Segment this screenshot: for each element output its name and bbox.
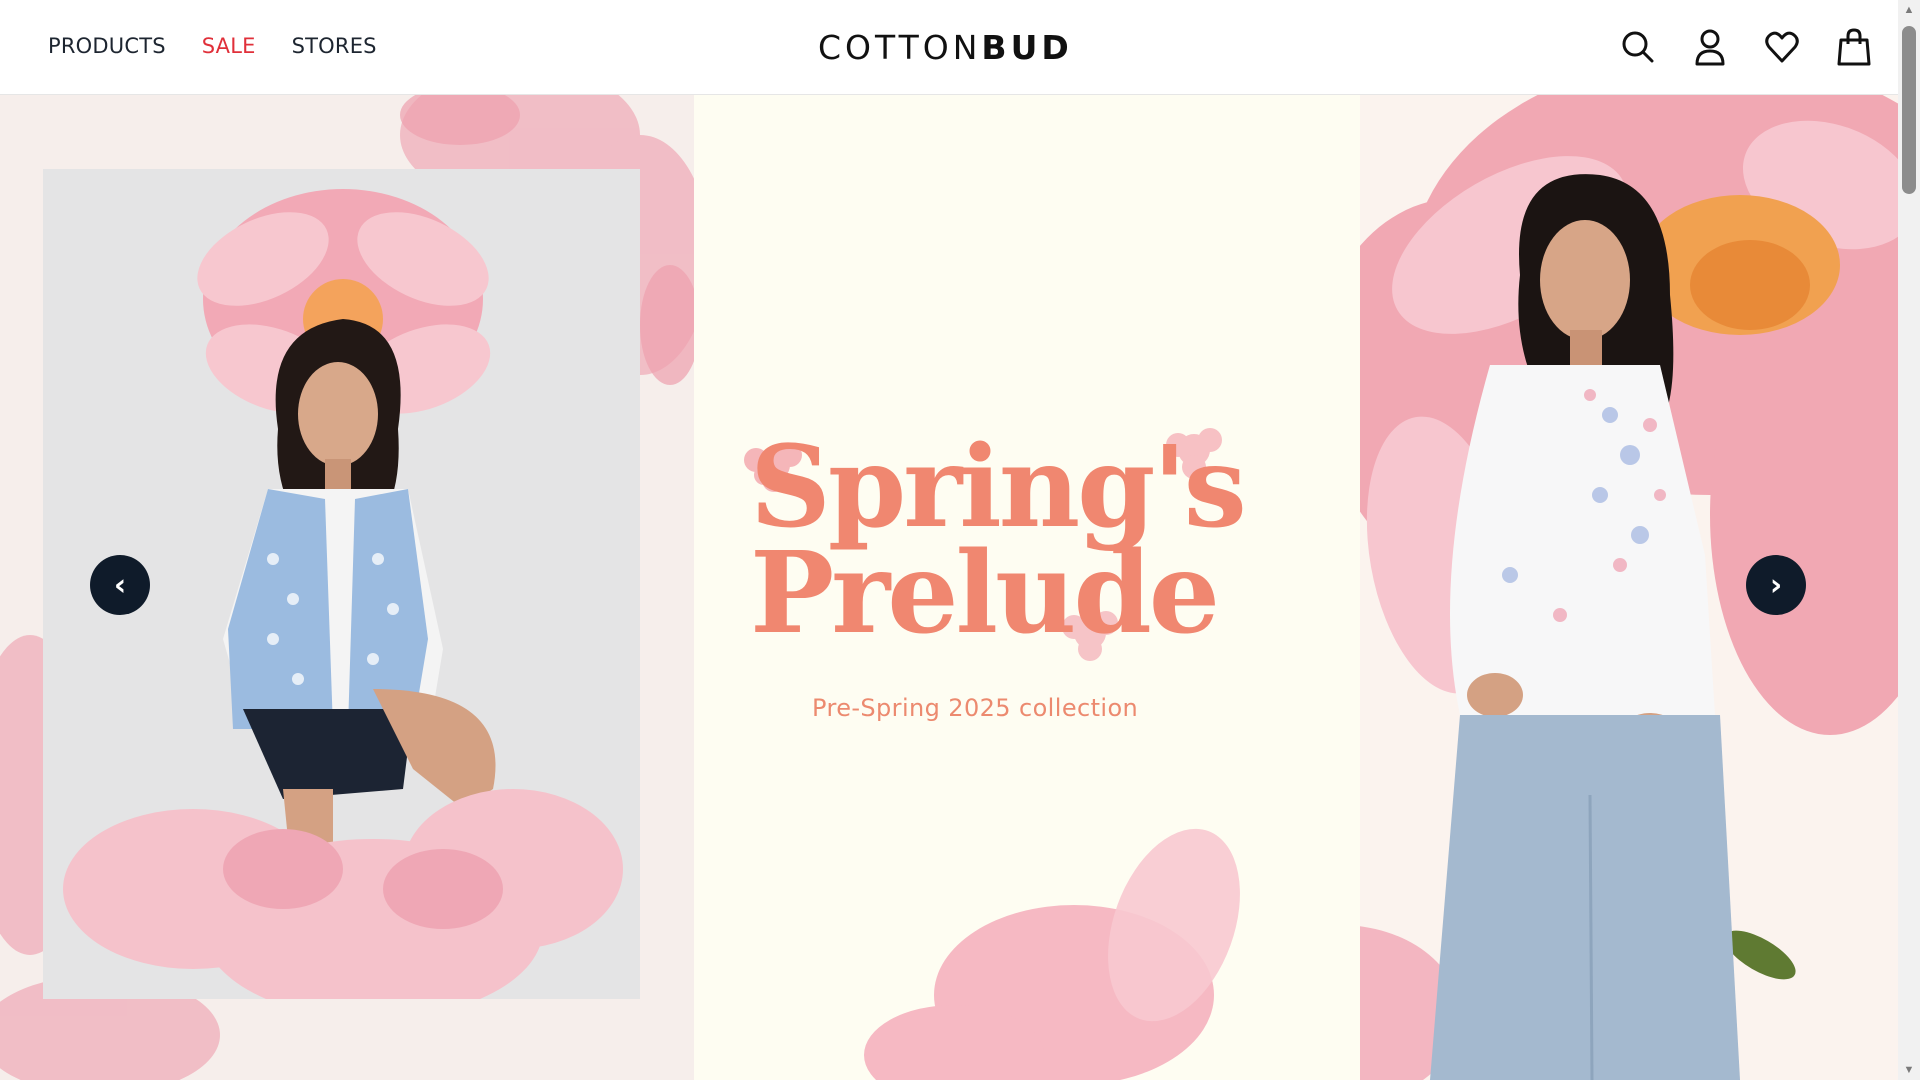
hero-right-panel xyxy=(1360,95,1898,1080)
account-icon[interactable] xyxy=(1692,27,1728,67)
scroll-down-arrow-icon[interactable]: ▼ xyxy=(1898,1060,1920,1080)
shopping-bag-icon[interactable] xyxy=(1836,27,1872,67)
hero-subtitle: Pre-Spring 2025 collection xyxy=(812,694,1139,722)
model-photo-right xyxy=(1360,95,1898,1080)
main-nav: PRODUCTS SALE STORES xyxy=(48,34,377,58)
scrollbar-thumb[interactable] xyxy=(1902,26,1916,194)
brand-logo[interactable]: COTTONBUD xyxy=(818,28,1073,67)
chevron-left-icon: ‹ xyxy=(113,567,127,603)
headline-line-1: Spring's xyxy=(750,422,1247,553)
carousel-next-button[interactable]: › xyxy=(1746,555,1806,615)
search-icon[interactable] xyxy=(1620,27,1656,67)
chevron-right-icon: › xyxy=(1769,567,1783,603)
hero-banner: Spring's Prelude Pre-Spring 2025 collect… xyxy=(0,95,1898,1080)
header-actions xyxy=(1620,27,1872,67)
headline-line-2: Prelude xyxy=(750,528,1220,660)
site-header: PRODUCTS SALE STORES COTTONBUD xyxy=(0,0,1898,95)
scroll-up-arrow-icon[interactable]: ▲ xyxy=(1898,0,1920,20)
logo-text-light: COTTON xyxy=(818,28,982,67)
hero-headline: Spring's Prelude xyxy=(750,422,1270,660)
nav-stores-link[interactable]: STORES xyxy=(292,34,377,58)
logo-text-bold: BUD xyxy=(981,28,1073,67)
page-scrollbar[interactable]: ▲ ▼ xyxy=(1898,0,1920,1080)
wishlist-icon[interactable] xyxy=(1764,27,1800,67)
carousel-prev-button[interactable]: ‹ xyxy=(90,555,150,615)
nav-products-link[interactable]: PRODUCTS xyxy=(48,34,166,58)
nav-sale-link[interactable]: SALE xyxy=(202,34,256,58)
